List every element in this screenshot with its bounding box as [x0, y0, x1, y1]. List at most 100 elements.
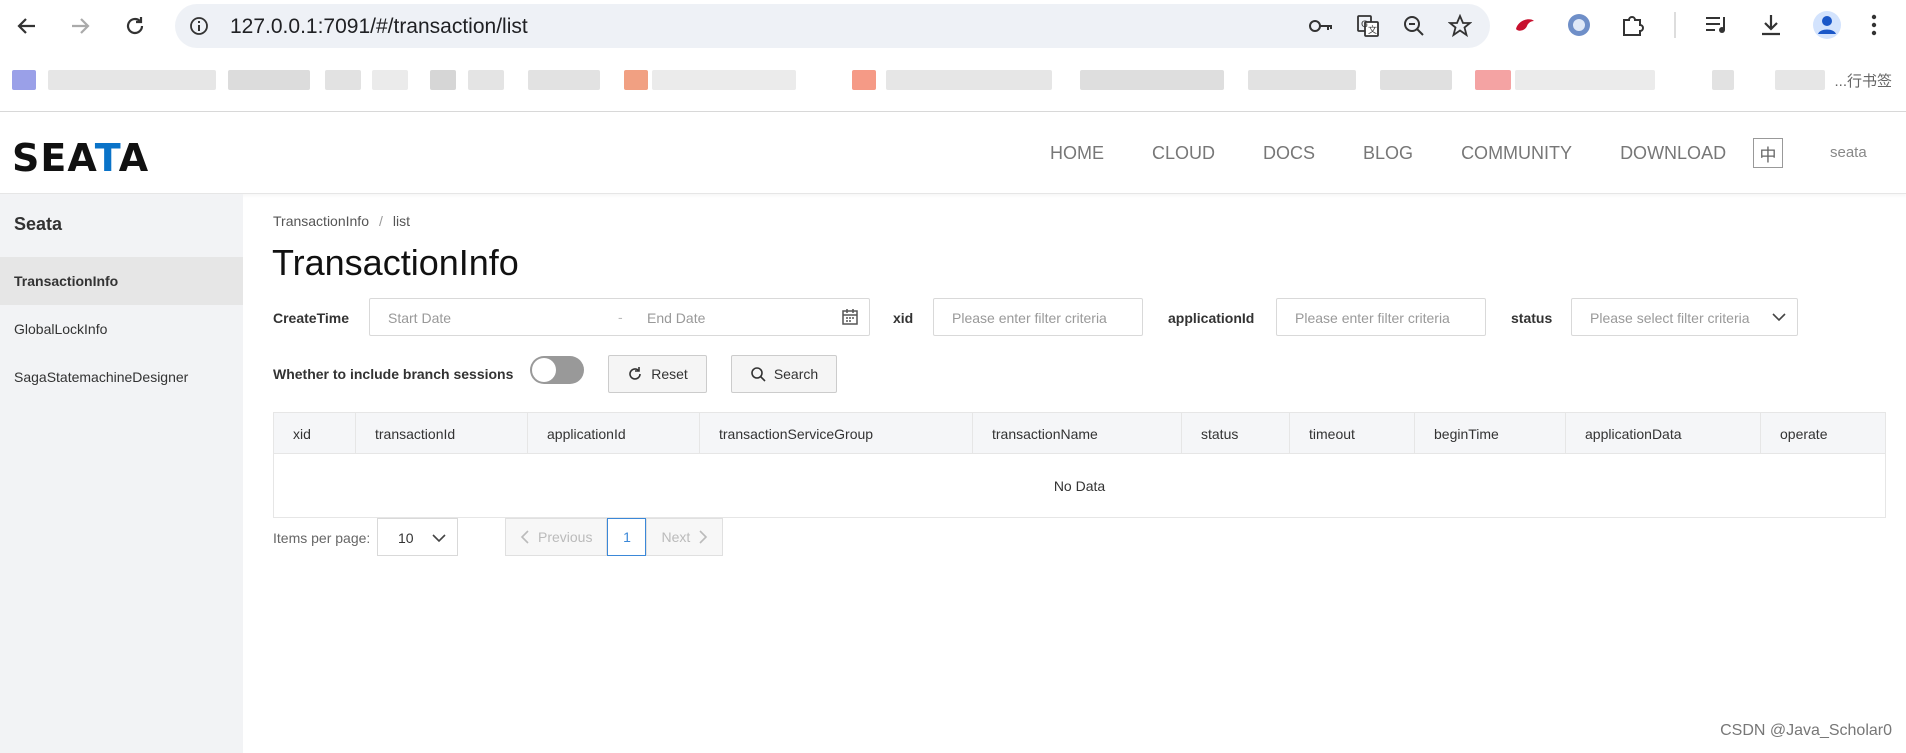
bookmark-item[interactable] [1712, 70, 1734, 90]
reload-button[interactable] [120, 11, 150, 41]
page-number-current[interactable]: 1 [607, 518, 647, 556]
bookmark-item[interactable] [228, 70, 310, 90]
nav-blog[interactable]: BLOG [1363, 143, 1413, 164]
bookmark-star-icon[interactable] [1448, 14, 1472, 38]
column-header-applicationid[interactable]: applicationId [528, 413, 700, 454]
bookmark-item[interactable] [372, 70, 408, 90]
download-icon[interactable] [1758, 12, 1784, 38]
zoom-icon[interactable] [1402, 14, 1426, 38]
translate-icon[interactable]: G文 [1356, 14, 1380, 38]
bookmark-item[interactable] [624, 70, 648, 90]
forward-button[interactable] [65, 11, 95, 41]
bookmark-item[interactable] [430, 70, 456, 90]
bookmark-item[interactable] [1080, 70, 1224, 90]
chevron-right-icon [699, 530, 708, 544]
app-header: SEATA HOME CLOUD DOCS BLOG COMMUNITY DOW… [0, 112, 1906, 194]
bookmark-item[interactable] [652, 70, 796, 90]
sidebar-item-globallockinfo[interactable]: GlobalLockInfo [0, 305, 243, 353]
previous-page-button[interactable]: Previous [505, 518, 608, 556]
top-nav: HOME CLOUD DOCS BLOG COMMUNITY DOWNLOAD [1050, 112, 1774, 194]
sidebar-item-sagastatemachinedesigner[interactable]: SagaStatemachineDesigner [0, 353, 243, 401]
sidebar: Seata TransactionInfo GlobalLockInfo Sag… [0, 194, 243, 753]
nav-docs[interactable]: DOCS [1263, 143, 1315, 164]
bookmark-item[interactable] [1380, 70, 1452, 90]
site-info-icon[interactable] [189, 16, 209, 41]
nav-home[interactable]: HOME [1050, 143, 1104, 164]
main-content: TransactionInfo / list TransactionInfo Cre… [243, 194, 1906, 753]
sidebar-item-label: GlobalLockInfo [14, 321, 108, 337]
createtime-range-picker[interactable]: Start Date - End Date [369, 298, 870, 336]
reset-button[interactable]: Reset [608, 355, 707, 393]
breadcrumb-root[interactable]: TransactionInfo [273, 213, 369, 229]
key-icon[interactable] [1308, 14, 1334, 38]
column-header-begintime[interactable]: beginTime [1415, 413, 1566, 454]
column-header-status[interactable]: status [1182, 413, 1290, 454]
user-name[interactable]: seata [1830, 144, 1867, 161]
reload-icon [126, 17, 144, 35]
bookmark-item[interactable] [1248, 70, 1356, 90]
branch-sessions-toggle[interactable] [530, 356, 584, 384]
bookmark-item[interactable] [1775, 70, 1825, 90]
profile-avatar-icon[interactable] [1812, 10, 1842, 40]
bookmark-item[interactable] [48, 70, 216, 90]
bookmark-item[interactable] [12, 70, 36, 90]
bookmark-item[interactable] [886, 70, 1052, 90]
page-size-select[interactable]: 10 [377, 518, 458, 556]
column-header-transactionservicegroup[interactable]: transactionServiceGroup [700, 413, 973, 454]
svg-text:文: 文 [1368, 24, 1377, 36]
status-select[interactable]: Please select filter criteria [1571, 298, 1798, 336]
language-switch-button[interactable]: 中 [1753, 138, 1783, 168]
sidebar-item-transactioninfo[interactable]: TransactionInfo [0, 257, 243, 305]
range-separator: - [618, 309, 623, 325]
page-title: TransactionInfo [272, 242, 519, 283]
applicationid-input[interactable]: Please enter filter criteria [1276, 298, 1486, 336]
bookmark-item[interactable] [852, 70, 876, 90]
bookmark-item[interactable] [528, 70, 600, 90]
bookmark-item[interactable] [1475, 70, 1511, 90]
nav-cloud[interactable]: CLOUD [1152, 143, 1215, 164]
reset-label: Reset [651, 366, 688, 382]
url-text[interactable]: 127.0.0.1:7091/#/transaction/list [230, 15, 528, 39]
page-size-value: 10 [398, 530, 414, 546]
extension-red-icon[interactable] [1512, 15, 1538, 35]
start-date-placeholder: Start Date [388, 310, 452, 326]
back-button[interactable] [12, 11, 42, 41]
nav-community[interactable]: COMMUNITY [1461, 143, 1572, 164]
breadcrumb-separator: / [378, 213, 383, 229]
seata-logo[interactable]: SEATA [12, 136, 149, 180]
media-playlist-icon[interactable] [1704, 13, 1730, 37]
column-header-xid[interactable]: xid [274, 413, 356, 454]
column-header-operate[interactable]: operate [1761, 413, 1885, 454]
address-bar[interactable]: 127.0.0.1:7091/#/transaction/list G文 [175, 4, 1490, 48]
next-page-button[interactable]: Next [646, 518, 724, 556]
pagination: Previous 1 Next [505, 518, 724, 556]
bookmark-item[interactable] [1515, 70, 1655, 90]
column-header-transactionname[interactable]: transactionName [973, 413, 1182, 454]
calendar-icon[interactable] [841, 308, 859, 329]
bookmark-item[interactable] [468, 70, 504, 90]
next-label: Next [661, 529, 691, 545]
bookmarks-trailing-text[interactable]: ...行书签 [1834, 70, 1892, 91]
extension-blue-icon[interactable] [1566, 12, 1592, 38]
nav-download[interactable]: DOWNLOAD [1620, 143, 1726, 164]
column-header-applicationdata[interactable]: applicationData [1566, 413, 1761, 454]
bookmark-item[interactable] [325, 70, 361, 90]
status-placeholder: Please select filter criteria [1590, 310, 1750, 326]
column-header-transactionid[interactable]: transactionId [356, 413, 528, 454]
transaction-table: xid transactionId applicationId transact… [273, 412, 1886, 518]
breadcrumb: TransactionInfo / list [273, 213, 410, 229]
browser-toolbar: 127.0.0.1:7091/#/transaction/list G文 [0, 0, 1906, 50]
watermark-text: CSDN @Java_Scholar0 [1720, 722, 1892, 739]
xid-input[interactable]: Please enter filter criteria [933, 298, 1143, 336]
column-header-timeout[interactable]: timeout [1290, 413, 1415, 454]
breadcrumb-current: list [392, 213, 410, 229]
applicationid-placeholder: Please enter filter criteria [1295, 310, 1450, 326]
empty-state: No Data [1053, 477, 1106, 494]
svg-text:G: G [1361, 20, 1368, 30]
chevron-left-icon [520, 530, 529, 544]
refresh-icon [629, 367, 642, 380]
chevron-down-icon [1771, 310, 1787, 327]
extensions-puzzle-icon[interactable] [1620, 12, 1646, 38]
browser-menu-icon[interactable] [1870, 13, 1878, 37]
search-button[interactable]: Search [731, 355, 837, 393]
